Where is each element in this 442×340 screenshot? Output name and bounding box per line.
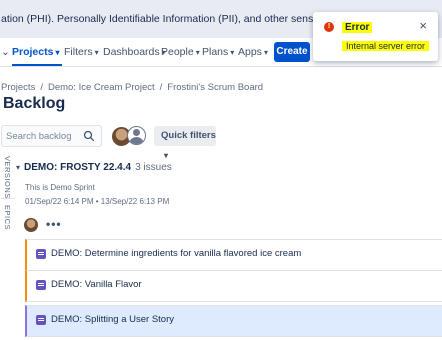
quick-filters-button[interactable]: Quick filters ▾ [154, 126, 216, 160]
nav-filters-label: Filters [64, 46, 93, 58]
sprint-dates: 01/Sep/22 6:14 PM • 13/Sep/22 6:13 PM [25, 197, 170, 206]
story-icon [36, 249, 46, 259]
nav-filters[interactable]: Filters ▾ [64, 46, 99, 58]
quick-filters-label: Quick filters [161, 130, 216, 141]
nav-apps[interactable]: Apps ▾ [238, 46, 268, 58]
epics-tab[interactable]: EPICS [3, 205, 12, 230]
side-tab-divider [1, 198, 15, 199]
nav-projects-label: Projects [12, 46, 54, 58]
nav-plans-label: Plans [202, 46, 229, 58]
sprint-assignee-avatar[interactable] [24, 218, 38, 232]
issue-row-selected[interactable]: DEMO: Splitting a User Story [25, 305, 442, 337]
issue-summary: DEMO: Splitting a User Story [51, 314, 175, 325]
page-title: Backlog [3, 95, 66, 112]
nav-projects[interactable]: Projects ▾ [12, 46, 59, 58]
breadcrumb-separator: / [40, 82, 43, 93]
issue-row[interactable]: DEMO: Vanilla Flavor [25, 270, 442, 302]
nav-dashboards[interactable]: Dashboards ▾ [103, 46, 166, 58]
nav-people[interactable]: People ▾ [161, 46, 200, 58]
sprint-issue-count: 3 issues [135, 162, 172, 173]
nav-apps-label: Apps [238, 46, 262, 58]
error-popup: ! Error × Internal server error [313, 12, 438, 61]
nav-plans[interactable]: Plans ▾ [202, 46, 234, 58]
chevron-down-icon[interactable]: ▾ [16, 163, 20, 172]
more-options-icon[interactable]: ••• [46, 217, 62, 231]
breadcrumb-projects[interactable]: Projects [1, 82, 35, 93]
create-button[interactable]: Create [274, 42, 310, 62]
nav-people-label: People [161, 46, 194, 58]
issue-row[interactable]: DEMO: Determine ingredients for vanilla … [25, 239, 442, 271]
breadcrumb-board[interactable]: Frostini's Scrum Board [167, 82, 263, 93]
search-placeholder: Search backlog [6, 131, 72, 142]
chevron-down-icon: ▾ [195, 48, 200, 57]
avatar-body [130, 137, 143, 144]
issue-summary: DEMO: Vanilla Flavor [51, 279, 142, 290]
breadcrumb: Projects / Demo: Ice Cream Project / Frostin… [1, 82, 263, 93]
search-input[interactable]: Search backlog [1, 125, 102, 147]
sprint-header[interactable]: ▾ DEMO: FROSTY 22.4.4 3 issues [16, 162, 172, 173]
close-icon[interactable]: × [419, 19, 427, 32]
breadcrumb-project[interactable]: Demo: Ice Cream Project [48, 82, 155, 93]
versions-tab[interactable]: VERSIONS [3, 156, 12, 199]
chevron-down-icon: ▾ [55, 48, 60, 57]
nav-active-underline [12, 64, 62, 66]
sprint-goal: This is Demo Sprint [25, 183, 95, 192]
story-icon [36, 315, 46, 325]
error-message: Internal server error [342, 41, 430, 51]
chevron-down-icon: ▾ [230, 48, 235, 57]
issue-summary: DEMO: Determine ingredients for vanilla … [51, 248, 302, 259]
story-icon [36, 280, 46, 290]
nav-dashboards-label: Dashboards [103, 46, 160, 58]
avatar-head [133, 129, 140, 136]
error-title: Error [342, 22, 373, 33]
nav-previous-chevron-icon[interactable]: ⌄ [1, 46, 10, 58]
search-icon [83, 130, 95, 142]
unassigned-avatar-icon[interactable] [127, 126, 146, 145]
sprint-name: DEMO: FROSTY 22.4.4 [24, 162, 132, 173]
breadcrumb-separator: / [159, 82, 163, 93]
chevron-down-icon: ▾ [94, 48, 99, 57]
chevron-down-icon: ▾ [263, 48, 268, 57]
error-icon: ! [324, 22, 334, 32]
chevron-down-icon: ▾ [164, 151, 169, 160]
